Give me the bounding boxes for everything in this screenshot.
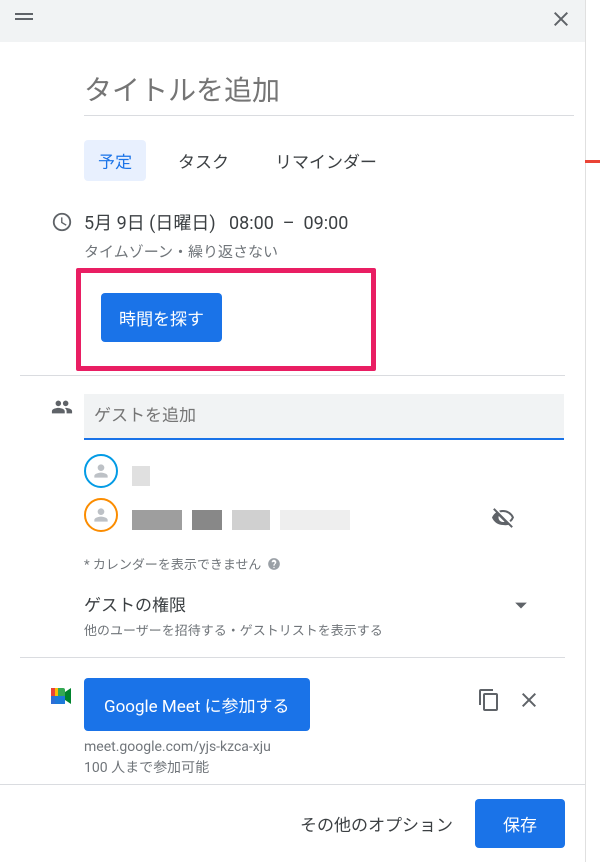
google-meet-icon bbox=[40, 678, 84, 706]
tab-task[interactable]: タスク bbox=[164, 140, 243, 181]
avatar bbox=[84, 498, 118, 532]
more-options-button[interactable]: その他のオプション bbox=[300, 811, 453, 836]
tab-reminder[interactable]: リマインダー bbox=[261, 140, 391, 181]
guest-row[interactable] bbox=[84, 498, 565, 542]
meet-capacity: 100 人まで参加可能 bbox=[20, 755, 565, 777]
chevron-down-icon[interactable] bbox=[507, 591, 565, 623]
meet-link: meet.google.com/yjs-kzca-xju bbox=[20, 731, 565, 755]
add-guests-input[interactable] bbox=[84, 394, 564, 440]
timezone-repeat[interactable]: タイムゾーン・繰り返さない bbox=[84, 241, 565, 262]
event-datetime[interactable]: 5月 9日 (日曜日) 08:00 – 09:00 bbox=[84, 209, 565, 235]
copy-icon[interactable] bbox=[477, 688, 501, 716]
save-button[interactable]: 保存 bbox=[475, 799, 565, 848]
guest-permissions-title: ゲストの権限 bbox=[84, 591, 383, 616]
clock-icon bbox=[51, 211, 73, 237]
close-icon[interactable] bbox=[549, 7, 573, 35]
avatar bbox=[84, 454, 118, 488]
menu-icon[interactable] bbox=[12, 7, 36, 35]
calendar-grid-edge bbox=[585, 0, 600, 862]
find-time-highlight: 時間を探す bbox=[76, 268, 376, 371]
guests-icon bbox=[51, 396, 73, 422]
guest-row[interactable] bbox=[84, 454, 565, 498]
join-meet-button[interactable]: Google Meet に参加する bbox=[84, 678, 310, 731]
tab-event[interactable]: 予定 bbox=[84, 140, 146, 181]
find-time-button[interactable]: 時間を探す bbox=[101, 293, 222, 342]
event-title-input[interactable] bbox=[84, 74, 574, 116]
visibility-off-icon[interactable] bbox=[491, 506, 515, 534]
guest-permissions-subtitle: 他のユーザーを招待する・ゲストリストを表示する bbox=[84, 620, 383, 639]
remove-meet-icon[interactable] bbox=[517, 688, 541, 716]
help-icon[interactable] bbox=[267, 557, 281, 571]
calendar-warning: * カレンダーを表示できません bbox=[20, 542, 565, 573]
